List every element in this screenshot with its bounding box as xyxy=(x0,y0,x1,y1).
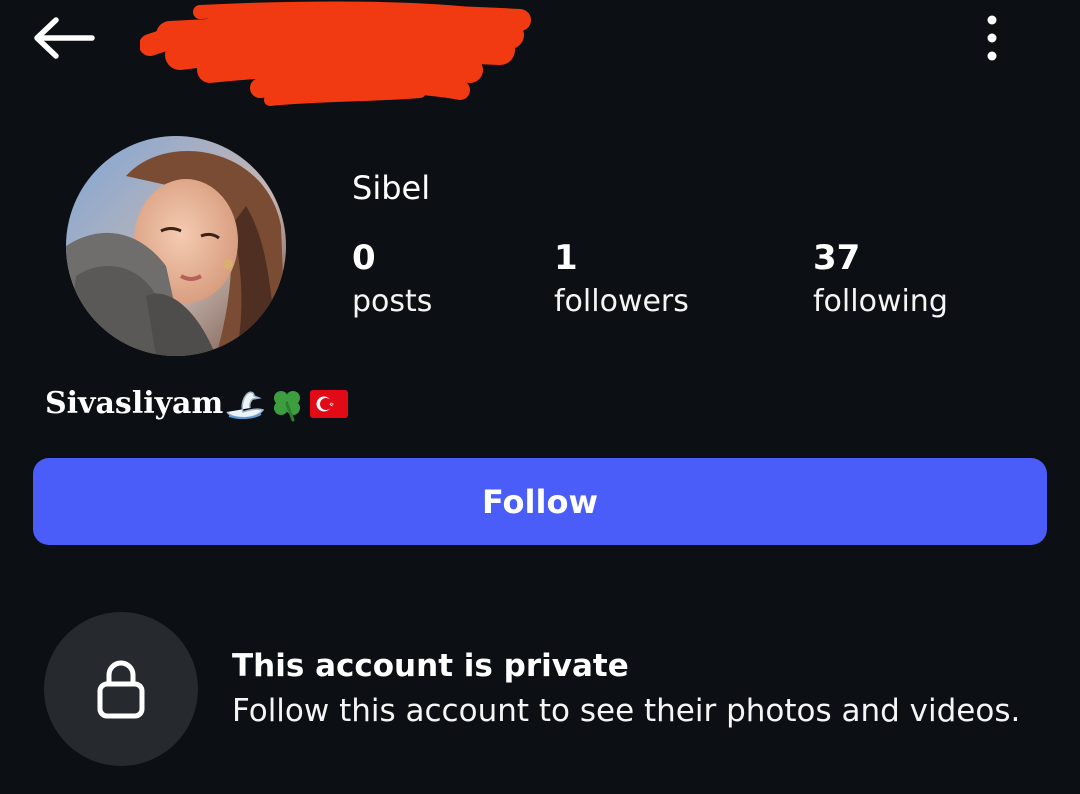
posts-count: 0 posts xyxy=(352,236,432,324)
display-name: Sibel xyxy=(352,169,431,207)
bio-text: Sivasliyam xyxy=(45,386,224,421)
vertical-ellipsis-icon xyxy=(987,15,997,61)
profile-photo xyxy=(66,136,286,356)
swan-icon xyxy=(226,391,265,420)
private-account-title: This account is private xyxy=(232,648,629,684)
bio: Sivasliyam xyxy=(45,383,349,425)
posts-label: posts xyxy=(352,284,433,319)
following-label: following xyxy=(813,284,948,319)
following-count[interactable]: 37 following xyxy=(813,236,948,324)
turkey-flag-icon xyxy=(310,390,349,418)
following-number: 37 xyxy=(813,238,861,278)
back-button[interactable] xyxy=(30,10,102,66)
posts-number: 0 xyxy=(352,238,376,278)
username-redaction xyxy=(140,1,531,106)
avatar[interactable] xyxy=(66,136,286,356)
followers-label: followers xyxy=(554,284,689,319)
followers-count[interactable]: 1 followers xyxy=(554,236,689,324)
private-lock-badge xyxy=(44,612,198,766)
follow-button[interactable]: Follow xyxy=(33,458,1047,545)
followers-number: 1 xyxy=(554,238,578,278)
profile-screen: Sibel 0 posts 1 followers 37 following S… xyxy=(0,0,1080,794)
lock-icon xyxy=(97,660,145,719)
more-options-button[interactable] xyxy=(972,12,1012,66)
arrow-left-icon xyxy=(34,17,95,59)
four-leaf-clover-icon xyxy=(274,391,301,422)
private-account-subtitle: Follow this account to see their photos … xyxy=(232,693,1021,729)
